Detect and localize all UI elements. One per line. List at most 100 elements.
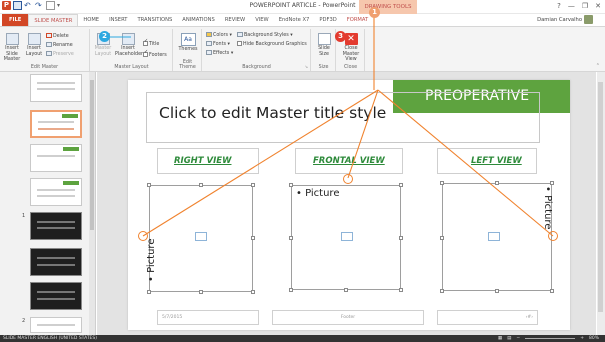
resize-handle[interactable]	[399, 288, 403, 292]
resize-handle[interactable]	[399, 236, 403, 240]
resize-handle[interactable]	[289, 236, 293, 240]
resize-handle[interactable]	[440, 181, 444, 185]
restore-icon[interactable]: ❐	[582, 2, 588, 10]
zoom-in-icon[interactable]: +	[580, 335, 584, 342]
resize-handle[interactable]	[440, 289, 444, 293]
zoom-level[interactable]: 80%	[589, 335, 599, 342]
date-placeholder[interactable]: 5/7/2015	[157, 310, 259, 325]
minimize-icon[interactable]: —	[568, 2, 575, 10]
thumb-line	[37, 298, 75, 300]
tab-home[interactable]: HOME	[78, 14, 104, 26]
resize-handle[interactable]	[147, 183, 151, 187]
resize-handle[interactable]	[495, 181, 499, 185]
slide-sorter-icon[interactable]: ▤	[507, 335, 511, 342]
zoom-out-icon[interactable]: −	[516, 335, 520, 342]
insert-placeholder-button[interactable]: Insert Placeholder	[115, 33, 143, 57]
dialog-launcher-icon[interactable]: ↘	[305, 64, 308, 69]
picture-icon[interactable]	[488, 232, 500, 241]
tab-transitions[interactable]: TRANSITIONS	[132, 14, 177, 26]
resize-handle[interactable]	[550, 181, 554, 185]
right-view-label: RIGHT VIEW	[174, 156, 232, 166]
thumbnail-dark-layout[interactable]	[30, 248, 82, 276]
thumb-line	[37, 291, 75, 293]
thumbnail-dark-master[interactable]	[30, 212, 82, 240]
slide-size-button[interactable]: Slide Size	[314, 33, 334, 57]
picture-icon[interactable]	[341, 232, 353, 241]
tab-endnote-x7[interactable]: EndNote X7	[274, 14, 315, 26]
thumbnail-master[interactable]	[30, 74, 82, 102]
ribbon-tabs: FILE SLIDE MASTER HOME INSERT TRANSITIONS ANI…	[0, 14, 605, 26]
scroll-thumb[interactable]	[598, 82, 603, 312]
rename-icon	[46, 42, 52, 47]
zoom-slider[interactable]	[525, 338, 576, 339]
resize-handle[interactable]	[199, 290, 203, 294]
insert-layout-button[interactable]: Insert Layout	[24, 33, 44, 57]
resize-handle[interactable]	[251, 183, 255, 187]
background-styles-icon	[237, 32, 243, 37]
tab-pdf3d[interactable]: PDF3D	[314, 14, 341, 26]
resize-handle[interactable]	[147, 290, 151, 294]
resize-handle[interactable]	[251, 236, 255, 240]
background-styles-dropdown[interactable]: Background Styles ▾	[237, 32, 293, 39]
normal-view-icon[interactable]: ▦	[498, 335, 502, 342]
thumb-line	[38, 128, 74, 130]
annotation-marker	[343, 174, 353, 184]
thumb-line	[37, 264, 75, 266]
ribbon: Insert Slide Master Insert Layout Delete…	[0, 26, 605, 72]
footers-checkbox[interactable]: Footers	[143, 50, 167, 59]
checkbox-unchecked-icon	[237, 41, 242, 46]
themes-button[interactable]: Aa Themes	[177, 33, 199, 53]
tab-review[interactable]: REVIEW	[220, 14, 250, 26]
thumb-line	[37, 227, 75, 229]
slide-number-placeholder[interactable]: ‹#›	[437, 310, 538, 325]
callout-badge-2: 2	[99, 31, 110, 42]
thumbnail-layout[interactable]	[30, 178, 82, 206]
resize-handle[interactable]	[550, 289, 554, 293]
tab-insert[interactable]: INSERT	[104, 14, 132, 26]
slide-size-icon	[317, 33, 331, 45]
thumb-line	[38, 121, 74, 123]
canvas-scrollbar[interactable]	[597, 72, 605, 335]
resize-handle[interactable]	[440, 236, 444, 240]
title-checkbox[interactable]: Title	[143, 39, 159, 48]
fonts-dropdown[interactable]: Fonts ▾	[206, 41, 230, 48]
thumbnail-layout-selected[interactable]	[30, 110, 82, 138]
help-icon[interactable]: ?	[557, 2, 561, 10]
delete-button[interactable]: Delete	[46, 33, 69, 40]
resize-handle[interactable]	[289, 288, 293, 292]
layout-icon	[27, 33, 41, 45]
resize-handle[interactable]	[495, 289, 499, 293]
effects-dropdown[interactable]: Effects ▾	[206, 50, 233, 57]
thumbnail-dark-layout[interactable]	[30, 282, 82, 310]
close-window-icon[interactable]: ✕	[595, 2, 601, 10]
scroll-thumb[interactable]	[90, 80, 94, 230]
tab-view[interactable]: VIEW	[250, 14, 274, 26]
group-edit-master: Insert Slide Master Insert Layout Delete…	[0, 29, 90, 71]
resize-handle[interactable]	[199, 183, 203, 187]
colors-dropdown[interactable]: Colors ▾	[206, 32, 232, 39]
resize-handle[interactable]	[344, 288, 348, 292]
close-icon: ✕	[344, 33, 358, 45]
footer-placeholder[interactable]: Footer	[272, 310, 424, 325]
picture-placeholder-text: • Picture	[542, 186, 553, 230]
thumbnail-layout[interactable]	[30, 317, 82, 333]
thumbnail-layout[interactable]	[30, 144, 82, 172]
collapse-ribbon-icon[interactable]: ⌃	[596, 63, 600, 69]
rename-button[interactable]: Rename	[46, 42, 73, 49]
thumbnail-scrollbar[interactable]	[89, 72, 95, 335]
thumb-line	[37, 88, 75, 90]
preserve-button[interactable]: Preserve	[46, 51, 74, 58]
slide-master-icon	[5, 33, 19, 45]
insert-slide-master-button[interactable]: Insert Slide Master	[2, 33, 22, 63]
title-placeholder-text: Click to edit Master title style	[159, 104, 387, 122]
user-account[interactable]: Damian Carvalho	[537, 15, 593, 24]
resize-handle[interactable]	[399, 183, 403, 187]
resize-handle[interactable]	[289, 183, 293, 187]
tab-file[interactable]: FILE	[2, 14, 29, 26]
tab-animations[interactable]: ANIMATIONS	[177, 14, 220, 26]
tab-format[interactable]: FORMAT	[342, 14, 373, 26]
hide-background-graphics-checkbox[interactable]: Hide Background Graphics	[237, 41, 307, 48]
picture-icon[interactable]	[195, 232, 207, 241]
tab-slide-master[interactable]: SLIDE MASTER	[28, 14, 79, 26]
resize-handle[interactable]	[251, 290, 255, 294]
